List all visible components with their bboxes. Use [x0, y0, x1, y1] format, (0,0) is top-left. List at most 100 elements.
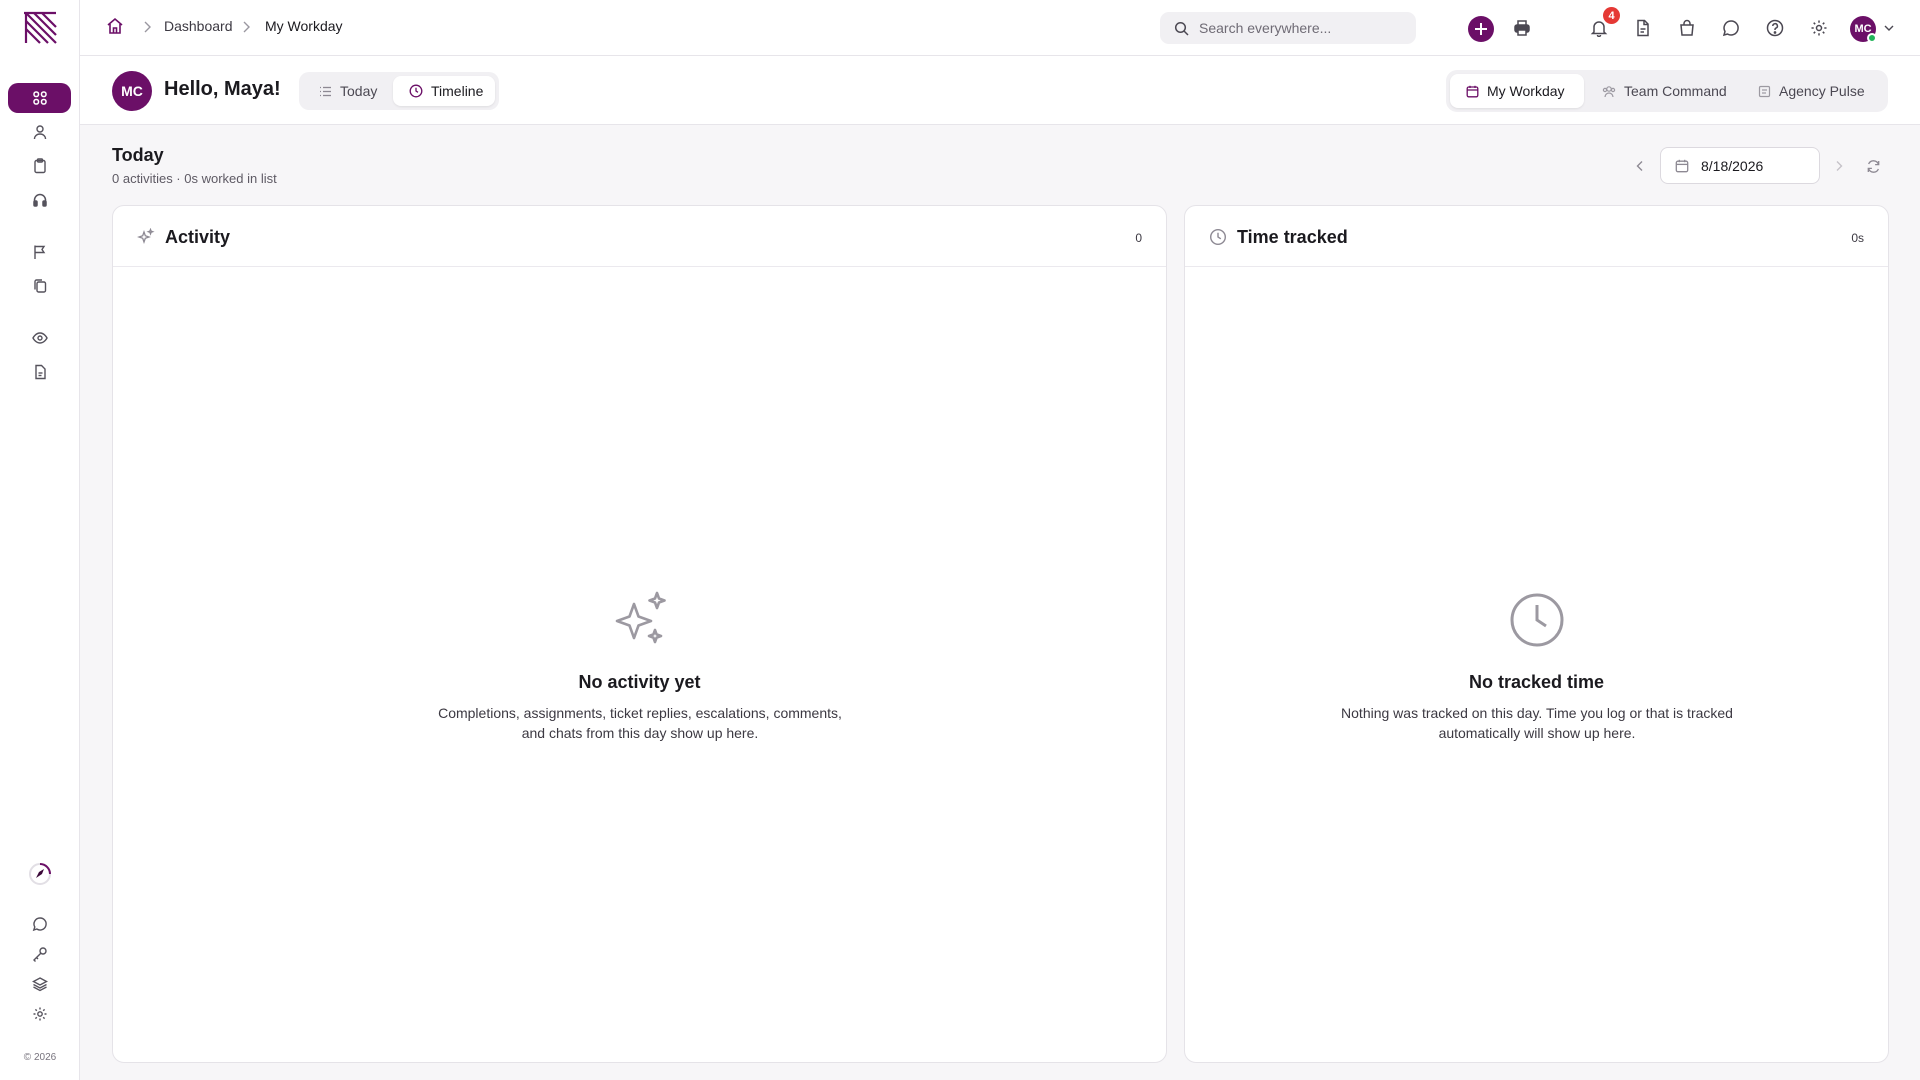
- sidebar-item-people[interactable]: [24, 120, 56, 144]
- section-title: Today: [112, 145, 164, 165]
- report-icon: [1758, 85, 1771, 98]
- activity-card: Activity 0 No activity yet Completions, …: [112, 205, 1167, 1063]
- date-value: 8/18/2026: [1701, 157, 1764, 174]
- breadcrumb-chevron-icon: [142, 20, 152, 34]
- breadcrumb-dashboard[interactable]: Dashboard: [164, 18, 233, 34]
- clock-icon: [1209, 228, 1227, 246]
- clock-icon: [409, 84, 423, 98]
- chat-icon: [1722, 19, 1740, 37]
- clipboard-icon: [32, 158, 48, 174]
- view-toggle: Today Timeline: [299, 72, 499, 110]
- chat-icon: [32, 916, 48, 932]
- sidebar-item-reports[interactable]: [24, 360, 56, 384]
- breadcrumb-current: My Workday: [265, 18, 343, 34]
- activity-card-header: Activity 0: [113, 206, 1166, 267]
- time-tracked-card-title: Time tracked: [1237, 227, 1348, 247]
- user-menu-toggle[interactable]: [1878, 15, 1900, 41]
- tab-today-label: Today: [340, 83, 378, 99]
- sidebar-item-dashboard[interactable]: [8, 83, 71, 113]
- breadcrumb-chevron-icon: [241, 20, 251, 34]
- time-tracked-card-header: Time tracked 0s: [1185, 206, 1888, 267]
- search-input[interactable]: [1199, 20, 1399, 36]
- user-icon: [32, 124, 48, 140]
- sparkle-icon: [137, 228, 155, 246]
- sparkle-icon: [610, 590, 672, 648]
- report-icon: [32, 364, 48, 380]
- headset-icon: [32, 192, 48, 208]
- refresh-icon: [1866, 159, 1881, 174]
- messages-button[interactable]: [1718, 15, 1744, 41]
- tab-agency-pulse-label: Agency Pulse: [1779, 83, 1865, 99]
- sidebar-item-learning[interactable]: [24, 972, 56, 996]
- sidebar-item-watch[interactable]: [24, 326, 56, 350]
- sidebar-item-settings[interactable]: [24, 1002, 56, 1026]
- flag-icon: [32, 244, 48, 260]
- sidebar: © 2026: [0, 0, 80, 1080]
- tab-team-command[interactable]: Team Command: [1586, 74, 1740, 108]
- tab-my-workday[interactable]: My Workday: [1450, 74, 1584, 108]
- sidebar-item-support[interactable]: [24, 188, 56, 212]
- plus-icon: [1474, 22, 1488, 36]
- time-tracked-total: 0s: [1851, 231, 1864, 245]
- sidebar-item-launch[interactable]: [24, 862, 56, 886]
- home-icon[interactable]: [106, 17, 124, 35]
- shop-button[interactable]: [1674, 15, 1700, 41]
- team-icon: [1602, 85, 1616, 98]
- sidebar-item-goals[interactable]: [24, 240, 56, 264]
- print-button[interactable]: [1509, 15, 1535, 41]
- grid-icon: [32, 91, 47, 105]
- tab-timeline-label: Timeline: [431, 83, 484, 99]
- sidebar-item-chat[interactable]: [24, 912, 56, 936]
- bag-icon: [1678, 19, 1696, 37]
- tab-my-workday-label: My Workday: [1487, 83, 1565, 99]
- refresh-button[interactable]: [1863, 156, 1883, 176]
- time-tracked-empty-title: No tracked time: [1468, 672, 1605, 692]
- create-button[interactable]: [1468, 16, 1494, 42]
- chevron-down-icon: [1883, 22, 1895, 34]
- calendar-icon: [1675, 159, 1689, 173]
- stack-icon: [32, 976, 48, 992]
- page-title: Hello, Maya!: [164, 78, 281, 100]
- workspace-switcher: My Workday Team Command Agency Pulse: [1446, 70, 1888, 112]
- gear-icon: [1810, 19, 1828, 37]
- sidebar-item-tasks[interactable]: [24, 154, 56, 178]
- page-header: MC Hello, Maya! Today Timeline My Workda…: [80, 56, 1920, 125]
- list-icon: [319, 85, 332, 98]
- activity-empty-title: No activity yet: [578, 672, 701, 692]
- printer-icon: [1513, 19, 1531, 37]
- avatar: MC: [112, 71, 152, 111]
- time-tracked-empty-text: Nothing was tracked on this day. Time yo…: [1341, 705, 1733, 741]
- help-button[interactable]: [1762, 15, 1788, 41]
- sidebar-item-keys[interactable]: [24, 942, 56, 966]
- global-search[interactable]: [1160, 12, 1416, 44]
- notification-badge: 4: [1603, 7, 1620, 24]
- tab-timeline[interactable]: Timeline: [393, 76, 495, 106]
- chevron-left-icon: [1635, 160, 1645, 172]
- activity-count: 0: [1135, 231, 1142, 245]
- copy-icon: [32, 278, 48, 294]
- key-icon: [32, 946, 48, 962]
- help-icon: [1766, 19, 1784, 37]
- next-day-button[interactable]: [1829, 156, 1849, 176]
- tab-team-command-label: Team Command: [1624, 83, 1727, 99]
- tab-today[interactable]: Today: [303, 76, 391, 106]
- document-icon: [1634, 19, 1652, 37]
- tab-agency-pulse[interactable]: Agency Pulse: [1742, 74, 1884, 108]
- date-picker[interactable]: 8/18/2026: [1660, 147, 1820, 184]
- time-tracked-card: Time tracked 0s No tracked time Nothing …: [1184, 205, 1889, 1063]
- documents-button[interactable]: [1630, 15, 1656, 41]
- gear-icon: [32, 1006, 48, 1022]
- copyright: © 2026: [23, 1052, 57, 1063]
- activity-card-title: Activity: [165, 227, 231, 247]
- eye-icon: [32, 330, 48, 346]
- rocket-icon: [28, 862, 52, 886]
- online-status-indicator: [1867, 33, 1877, 43]
- logo-icon[interactable]: [22, 11, 58, 45]
- search-icon: [1174, 21, 1189, 36]
- activity-empty-text: Completions, assignments, ticket replies…: [438, 705, 842, 741]
- chevron-right-icon: [1834, 160, 1844, 172]
- settings-button[interactable]: [1806, 15, 1832, 41]
- previous-day-button[interactable]: [1630, 156, 1650, 176]
- calendar-icon: [1466, 85, 1479, 98]
- sidebar-item-documents[interactable]: [24, 274, 56, 298]
